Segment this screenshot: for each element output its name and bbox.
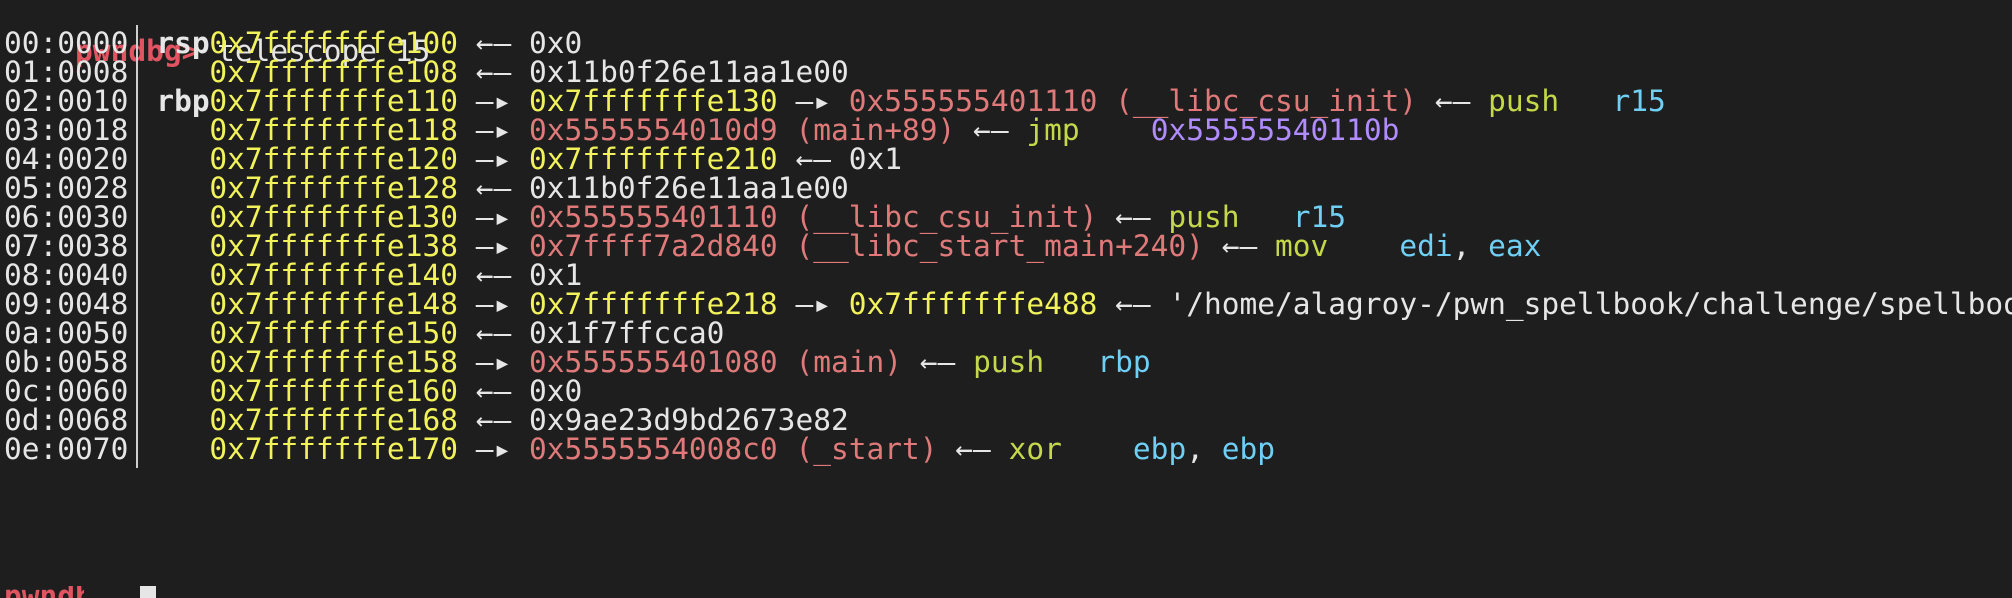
deref-arrow: –▸ xyxy=(457,432,530,466)
value-text xyxy=(1044,345,1097,379)
string-value: '/home/alagroy-/pwn_spellbook/challenge/… xyxy=(1168,287,2012,321)
next-prompt: pwndbg> xyxy=(4,586,84,598)
instruction-mnemonic: push xyxy=(973,345,1045,379)
value-arrow: ←– xyxy=(955,113,1027,147)
register-operand: ebp xyxy=(1132,432,1187,466)
register-operand: eax xyxy=(1488,229,1542,263)
value-arrow: ←– xyxy=(902,345,974,379)
value-text: , xyxy=(1186,432,1222,466)
value-arrow: ←– xyxy=(1097,287,1169,321)
deref-arrow: –▸ xyxy=(777,287,849,321)
instruction-mnemonic: push xyxy=(1488,84,1560,118)
value-text xyxy=(1328,229,1399,263)
telescope-row: 0e:0070 0x7fffffffe170 –▸ 0x5555554008c0 … xyxy=(4,431,1275,468)
column-divider xyxy=(136,431,139,468)
pointer-value: 0x7fffffffe488 xyxy=(848,287,1098,321)
value-text xyxy=(1062,432,1133,466)
register-operand: rbp xyxy=(1097,345,1151,379)
stack-offset: 0e:0070 xyxy=(4,432,129,466)
instruction-mnemonic: jmp xyxy=(1026,113,1080,147)
register-operand: edi xyxy=(1399,229,1453,263)
instruction-mnemonic: mov xyxy=(1274,229,1329,263)
terminal-window: pwndbg> telescope 15 00:0000 rsp0x7ffffff… xyxy=(0,0,2012,598)
instruction-mnemonic: xor xyxy=(1008,432,1062,466)
value-arrow: ←– xyxy=(1203,229,1275,263)
stack-address: 0x7fffffffe170 xyxy=(209,432,458,466)
code-pointer: 0x555555401080 (main) xyxy=(529,345,903,379)
value-text: 0x1 xyxy=(848,142,903,176)
code-pointer: 0x7ffff7a2d840 (__libc_start_main+240) xyxy=(529,229,1204,263)
value-arrow: ←– xyxy=(1417,84,1489,118)
code-pointer: 0x5555554008c0 (_start) xyxy=(529,432,938,466)
value-text xyxy=(1559,84,1612,118)
register-operand: ebp xyxy=(1221,432,1276,466)
register-operand: r15 xyxy=(1612,84,1666,118)
value-text xyxy=(1080,113,1151,147)
value-text: , xyxy=(1452,229,1489,263)
value-arrow: ←– xyxy=(937,432,1009,466)
jump-target: 0x55555540110b xyxy=(1150,113,1400,147)
terminal-cursor[interactable] xyxy=(140,586,156,598)
